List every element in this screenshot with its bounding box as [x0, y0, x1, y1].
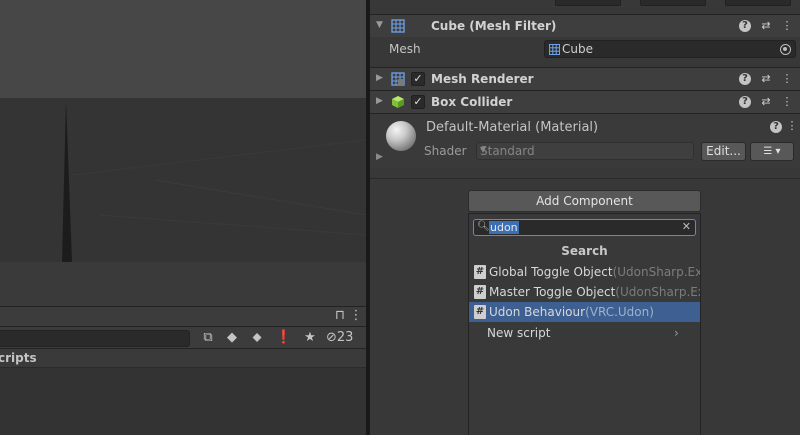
scale-x-field[interactable] — [555, 0, 621, 6]
new-script-item[interactable]: New script › — [469, 323, 700, 343]
box-collider-icon — [392, 96, 404, 108]
hidden-packages-toggle[interactable]: ⊘23 — [326, 329, 366, 347]
component-menu-icon[interactable]: ⋮ — [780, 95, 794, 109]
presets-icon[interactable]: ⇄ — [759, 19, 773, 33]
project-toolbar: ⧉ ◆ ⬥ ❗ ★ ⊘23 — [0, 326, 366, 348]
component-menu-icon[interactable]: ⋮ — [780, 72, 794, 86]
dropdown-arrow-icon: ▼ — [480, 145, 487, 154]
filter-by-label-icon[interactable]: ⬥ — [247, 329, 267, 347]
scene-view-lower — [0, 262, 366, 306]
chevron-right-icon: › — [674, 326, 679, 340]
mesh-filter-icon — [391, 19, 405, 33]
material-expand-arrow-icon[interactable]: ▶ — [376, 152, 383, 162]
mesh-renderer-icon — [391, 72, 405, 86]
help-icon[interactable]: ? — [739, 73, 751, 85]
project-panel-header: ⊓ ⋮ — [0, 306, 366, 326]
panel-menu-icon[interactable]: ⋮ — [346, 307, 366, 325]
component-search-input[interactable]: 🔍︎ udon ✕ — [473, 219, 696, 236]
mesh-object-field[interactable]: Cube — [544, 40, 796, 58]
search-by-type-icon[interactable]: ⧉ — [198, 329, 218, 347]
mesh-property-row: Mesh Cube — [370, 38, 800, 62]
mesh-label: Mesh — [389, 42, 421, 56]
box-collider-header[interactable]: ▶ ✓ Box Collider ? ⇄ ⋮ — [370, 90, 800, 113]
project-search-input[interactable] — [0, 330, 190, 347]
enabled-checkbox[interactable]: ✓ — [411, 95, 425, 109]
warning-filter-icon[interactable]: ❗ — [274, 329, 294, 347]
component-list-item[interactable]: # Global Toggle Object(UdonSharp.Exa — [469, 262, 700, 282]
script-icon: # — [474, 265, 486, 279]
expand-arrow-icon[interactable]: ▼ — [376, 20, 383, 30]
material-menu-icon[interactable]: ⋮ — [785, 119, 799, 133]
item-namespace: (UdonSharp.Ex — [615, 285, 700, 299]
scale-y-field[interactable] — [640, 0, 706, 6]
favorite-star-icon[interactable]: ★ — [300, 329, 320, 347]
material-preview-sphere — [386, 121, 416, 151]
item-name: Master Toggle Object — [489, 285, 616, 299]
script-icon: # — [474, 285, 486, 299]
shader-options-button[interactable]: ☰ ▾ — [750, 142, 794, 161]
item-namespace: (UdonSharp.Exa — [612, 265, 700, 279]
item-name: New script — [487, 326, 551, 340]
project-folder-breadcrumb[interactable]: cripts — [0, 348, 366, 368]
search-text: udon — [489, 221, 519, 234]
component-title: Cube (Mesh Filter) — [431, 19, 557, 33]
component-title: Box Collider — [431, 95, 513, 109]
scale-z-field[interactable] — [725, 0, 791, 6]
presets-icon[interactable]: ⇄ — [759, 72, 773, 86]
item-name: Global Toggle Object — [489, 265, 613, 279]
help-icon[interactable]: ? — [739, 96, 751, 108]
edit-shader-button[interactable]: Edit... — [701, 142, 746, 161]
add-component-button[interactable]: Add Component — [468, 190, 701, 212]
hidden-count: 23 — [336, 330, 354, 345]
script-icon: # — [474, 305, 486, 319]
inspector-panel: ▼ Cube (Mesh Filter) ? ⇄ ⋮ Mesh Cube ▶ ✓… — [370, 0, 800, 435]
component-list-item[interactable]: # Master Toggle Object(UdonSharp.Ex — [469, 282, 700, 302]
divider — [370, 178, 800, 179]
mesh-filter-header[interactable]: ▼ Cube (Mesh Filter) ? ⇄ ⋮ — [370, 14, 800, 37]
shader-label: Shader — [424, 144, 467, 158]
item-namespace: (VRC.Udon) — [585, 305, 654, 319]
help-icon[interactable]: ? — [770, 121, 782, 133]
enabled-checkbox[interactable]: ✓ — [411, 72, 425, 86]
item-name: Udon Behaviour — [489, 305, 586, 319]
mesh-value: Cube — [562, 42, 593, 56]
object-picker-icon[interactable] — [780, 44, 791, 55]
clear-search-icon[interactable]: ✕ — [682, 220, 691, 233]
material-section: Default-Material (Material) ? ⋮ ▶ Shader… — [370, 113, 800, 168]
scene-view[interactable] — [0, 0, 366, 262]
filter-by-type-icon[interactable]: ◆ — [222, 329, 242, 347]
project-assets-area[interactable] — [0, 368, 366, 435]
shader-dropdown[interactable]: Standard ▼ — [476, 142, 694, 160]
presets-icon[interactable]: ⇄ — [759, 95, 773, 109]
mesh-renderer-header[interactable]: ▶ ✓ Mesh Renderer ? ⇄ ⋮ — [370, 67, 800, 90]
scene-geometry — [62, 100, 366, 262]
eye-slash-icon: ⊘ — [326, 330, 337, 345]
component-title: Mesh Renderer — [431, 72, 534, 86]
search-icon: 🔍︎ — [477, 221, 490, 232]
collapse-arrow-icon[interactable]: ▶ — [376, 96, 383, 106]
mesh-grid-icon — [549, 44, 560, 55]
add-component-popup: 🔍︎ udon ✕ Search # Global Toggle Object(… — [468, 213, 701, 435]
search-results-header: Search — [561, 244, 608, 258]
material-title: Default-Material (Material) — [426, 120, 599, 135]
component-menu-icon[interactable]: ⋮ — [780, 19, 794, 33]
help-icon[interactable]: ? — [739, 20, 751, 32]
collapse-arrow-icon[interactable]: ▶ — [376, 73, 383, 83]
folder-label: cripts — [0, 351, 37, 365]
component-list-item-selected[interactable]: # Udon Behaviour(VRC.Udon) — [469, 302, 700, 322]
